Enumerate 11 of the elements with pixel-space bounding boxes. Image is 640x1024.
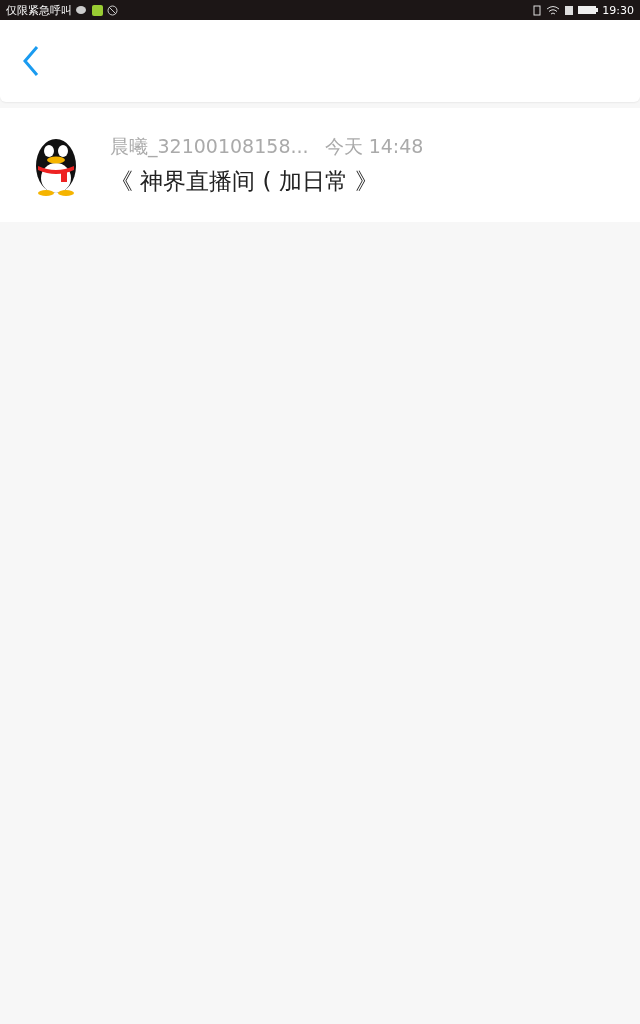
message-item[interactable]: 晨曦_32100108158... 今天 14:48 《 神界直播间 ( 加日常 》	[0, 108, 640, 222]
clock-text: 19:30	[602, 3, 634, 17]
sender-name: 晨曦_32100108158...	[110, 133, 309, 160]
message-text: 《 神界直播间 ( 加日常 》	[110, 166, 380, 196]
carrier-text: 仅限紧急呼叫	[6, 2, 72, 18]
blocked-icon	[107, 4, 118, 16]
wifi-icon	[546, 4, 561, 16]
back-button[interactable]	[22, 45, 40, 77]
battery-icon	[578, 5, 599, 15]
message-icon	[92, 4, 103, 16]
message-time: 今天 14:48	[324, 133, 424, 159]
